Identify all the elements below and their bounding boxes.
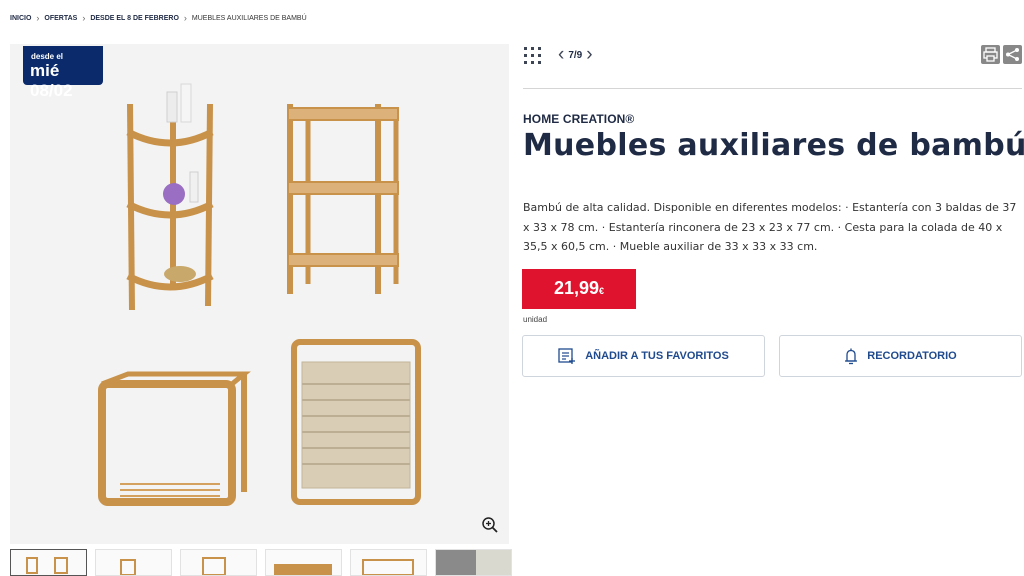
price: 21,99€ — [522, 278, 636, 299]
price-value: 21,99 — [553, 278, 600, 298]
thumbnail-strip — [10, 549, 512, 576]
share-icon[interactable] — [1003, 45, 1022, 64]
price-currency: € — [599, 286, 605, 296]
product-description: Bambú de alta calidad. Disponible en dif… — [523, 201, 1017, 253]
date-badge: desde el mié 08/02 — [23, 46, 103, 100]
thumbnail[interactable] — [95, 549, 172, 576]
breadcrumb-separator: › — [183, 13, 187, 23]
three-tier-shelf-image — [287, 104, 399, 294]
bottle-image — [166, 91, 178, 123]
laundry-basket-image — [291, 339, 421, 505]
thumbnail[interactable] — [350, 549, 427, 576]
bell-icon — [844, 348, 858, 365]
pager-count: 7/9 — [568, 49, 583, 61]
price-unit: unidad — [523, 315, 548, 324]
thumbnail[interactable] — [435, 549, 512, 576]
price-box: 21,99€ — [522, 269, 636, 309]
thumbnail[interactable] — [265, 549, 342, 576]
breadcrumb-separator: › — [36, 13, 40, 23]
breadcrumb: INICIO › OFERTAS › DESDE EL 8 DE FEBRERO… — [10, 13, 307, 23]
chevron-left-icon[interactable]: ‹ — [558, 45, 564, 65]
product-title: Muebles auxiliares de bambú — [523, 128, 1024, 163]
sponge-image — [163, 183, 185, 205]
chevron-right-icon[interactable]: › — [586, 45, 592, 65]
divider — [523, 88, 1022, 89]
grid-icon[interactable] — [523, 46, 543, 66]
cube-stool-image — [98, 371, 251, 506]
pager: ‹ 7/9 › — [558, 45, 593, 65]
product-nav: ‹ 7/9 › — [523, 44, 1022, 74]
breadcrumb-offers[interactable]: OFERTAS — [44, 15, 77, 22]
zoom-in-icon[interactable] — [481, 516, 499, 534]
breadcrumb-home[interactable]: INICIO — [10, 15, 31, 22]
thumbnail[interactable] — [180, 549, 257, 576]
reminder-button[interactable]: RECORDATORIO — [779, 335, 1022, 377]
product-brand: HOME CREATION® — [523, 112, 635, 126]
thumbnail[interactable] — [10, 549, 87, 576]
breadcrumb-current: MUEBLES AUXILIARES DE BAMBÚ — [191, 14, 307, 22]
product-gallery[interactable]: desde el mié 08/02 — [10, 44, 509, 544]
product-image — [98, 83, 421, 506]
add-to-favorites-label: AÑADIR A TUS FAVORITOS — [585, 350, 729, 362]
date-badge-prefix: desde el — [31, 52, 64, 61]
add-to-favorites-button[interactable]: AÑADIR A TUS FAVORITOS — [522, 335, 765, 377]
reminder-label: RECORDATORIO — [867, 350, 957, 362]
breadcrumb-date[interactable]: DESDE EL 8 DE FEBRERO — [90, 15, 179, 22]
list-add-icon — [558, 348, 576, 364]
print-icon[interactable] — [981, 45, 1000, 64]
date-badge-date: mié 08/02 — [30, 61, 73, 100]
breadcrumb-separator: › — [82, 13, 86, 23]
